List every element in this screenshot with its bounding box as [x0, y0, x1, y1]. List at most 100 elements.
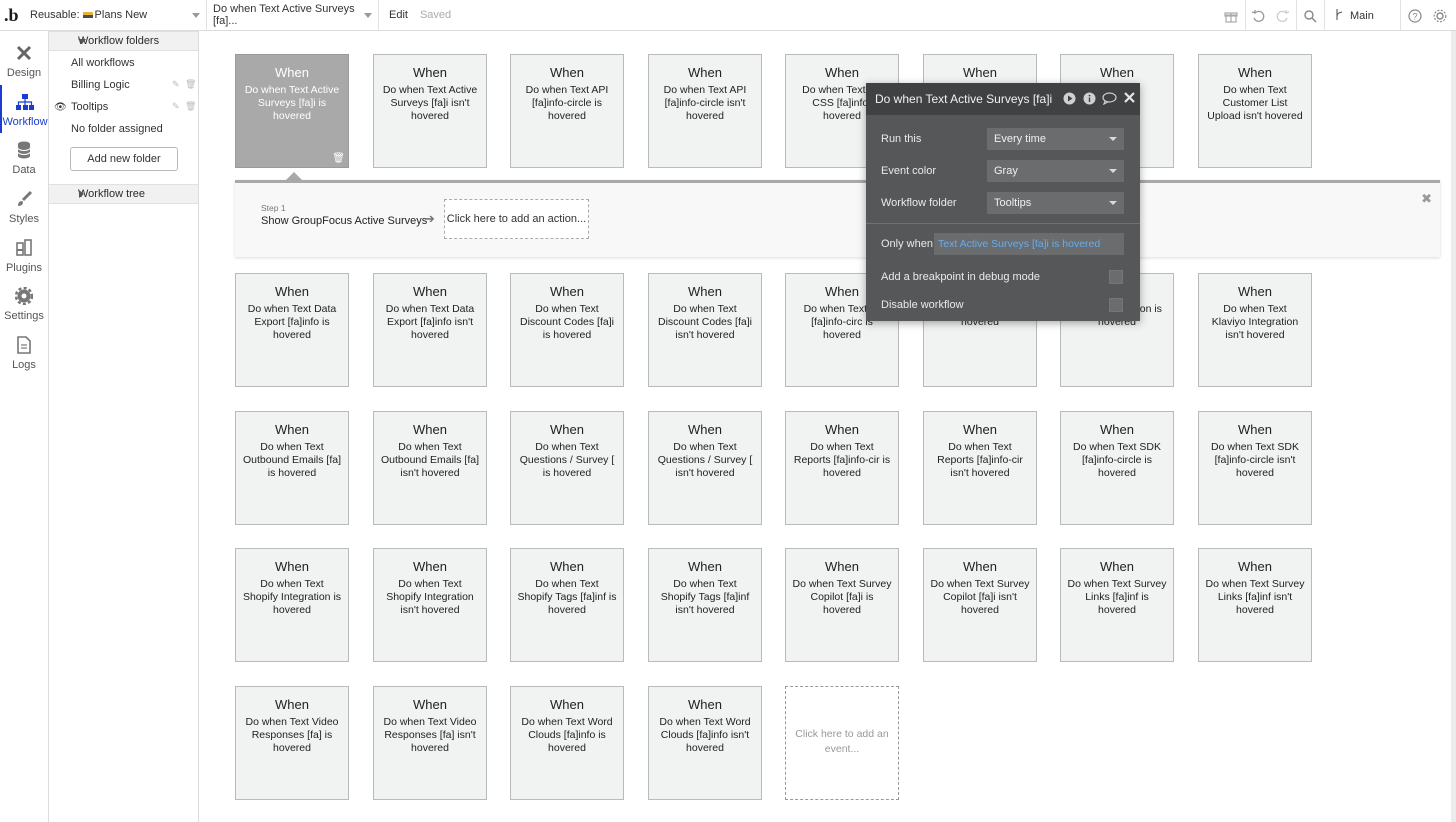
run-this-dropdown[interactable]: Every time — [987, 128, 1124, 150]
event-card[interactable]: When Do when Text Data Export [fa]info i… — [373, 273, 487, 387]
when-label: When — [1100, 559, 1134, 574]
when-label: When — [275, 559, 309, 574]
nav-styles[interactable]: Styles — [0, 182, 48, 230]
event-card[interactable]: When Do when Text Reports [fa]info-cir i… — [785, 411, 899, 525]
trash-icon[interactable]: 🗑 — [332, 153, 345, 164]
folder-no-folder[interactable]: No folder assigned — [49, 118, 198, 140]
close-icon[interactable] — [1122, 92, 1136, 106]
workflow-folders-header[interactable]: Workflow folders — [49, 31, 198, 51]
workflow-tree-header[interactable]: Workflow tree — [49, 184, 198, 204]
folder-all-workflows[interactable]: All workflows — [49, 52, 198, 74]
event-card[interactable]: When Do when Text Word Clouds [fa]info i… — [648, 686, 762, 800]
bubble-logo[interactable]: .b — [4, 5, 24, 26]
when-label: When — [963, 559, 997, 574]
event-card[interactable]: When Do when Text Klaviyo Integration is… — [1198, 273, 1312, 387]
event-card[interactable]: When Do when Text API [fa]info-circle is… — [510, 54, 624, 168]
add-action-button[interactable]: Click here to add an action... — [444, 199, 589, 239]
gift-icon[interactable] — [1220, 0, 1242, 31]
close-icon[interactable]: ✖ — [1421, 191, 1432, 207]
nav-plugins-label: Plugins — [5, 262, 43, 274]
event-card[interactable]: When Do when Text Active Surveys [fa]i i… — [235, 54, 349, 168]
event-card[interactable]: When Do when Text Reports [fa]info-cir i… — [923, 411, 1037, 525]
info-icon[interactable] — [1082, 92, 1096, 106]
when-label: When — [688, 697, 722, 712]
event-description: Do when Text Discount Codes [fa]i is hov… — [520, 303, 614, 341]
nav-workflow[interactable]: Workflow — [0, 85, 48, 133]
disable-workflow-checkbox[interactable] — [1109, 298, 1123, 312]
when-label: When — [1238, 65, 1272, 80]
trash-icon[interactable]: 🗑 — [185, 101, 196, 111]
event-card[interactable]: When Do when Text Active Surveys [fa]i i… — [373, 54, 487, 168]
event-description: Do when Text Survey Links [fa]inf isn't … — [1205, 578, 1305, 616]
nav-data[interactable]: Data — [0, 133, 48, 181]
when-label: When — [688, 65, 722, 80]
event-card[interactable]: When Do when Text Questions / Survey [ i… — [510, 411, 624, 525]
folder-billing-logic[interactable]: Billing Logic ✎ 🗑 — [49, 74, 198, 96]
when-label: When — [825, 559, 859, 574]
page-select[interactable]: Reusable: Plans New — [24, 0, 207, 31]
when-label: When — [413, 697, 447, 712]
eye-icon[interactable]: 👁 — [54, 102, 67, 113]
event-card[interactable]: When Do when Text Shopify Integration is… — [235, 548, 349, 662]
redo-icon[interactable] — [1272, 0, 1294, 31]
add-event-button[interactable]: Click here to add an event... — [785, 686, 899, 800]
event-card[interactable]: When Do when Text Video Responses [fa] i… — [373, 686, 487, 800]
event-card[interactable]: When Do when Text Outbound Emails [fa] i… — [235, 411, 349, 525]
settings-gear-icon[interactable] — [1429, 0, 1451, 31]
play-icon[interactable] — [1062, 92, 1076, 106]
pencil-icon[interactable]: ✎ — [172, 101, 181, 111]
event-description: Do when Text Survey Copilot [fa]i isn't … — [930, 578, 1030, 616]
nav-settings[interactable]: Settings — [0, 279, 48, 327]
scrollbar[interactable] — [1451, 31, 1456, 822]
event-card[interactable]: When Do when Text Survey Links [fa]inf i… — [1060, 548, 1174, 662]
only-when-condition[interactable]: Text Active Surveys [fa]i is hovered — [934, 233, 1124, 255]
event-description: Do when Text Video Responses [fa] isn't … — [383, 716, 477, 754]
nav-design[interactable]: Design — [0, 36, 48, 84]
undo-icon[interactable] — [1247, 0, 1269, 31]
event-card[interactable]: When Do when Text Questions / Survey [ i… — [648, 411, 762, 525]
when-label: When — [550, 559, 584, 574]
design-icon — [13, 42, 35, 64]
nav-design-label: Design — [6, 67, 42, 79]
event-card[interactable]: When Do when Text Discount Codes [fa]i i… — [648, 273, 762, 387]
page-prefix: Reusable: — [30, 9, 80, 21]
only-when-label: Only when — [881, 238, 933, 250]
edit-menu[interactable]: Edit — [389, 9, 408, 21]
event-card[interactable]: When Do when Text Discount Codes [fa]i i… — [510, 273, 624, 387]
nav-logs[interactable]: Logs — [0, 328, 48, 376]
event-card[interactable]: When Do when Text Shopify Tags [fa]inf i… — [648, 548, 762, 662]
event-card[interactable]: When Do when Text Video Responses [fa] i… — [235, 686, 349, 800]
event-description: Do when Text Shopify Integration isn't h… — [386, 578, 474, 616]
event-card[interactable]: When Do when Text API [fa]info-circle is… — [648, 54, 762, 168]
comment-icon[interactable] — [1102, 92, 1117, 106]
event-card[interactable]: When Do when Text Survey Copilot [fa]i i… — [923, 548, 1037, 662]
breakpoint-checkbox[interactable] — [1109, 270, 1123, 284]
folder-label: All workflows — [71, 57, 135, 69]
folder-label: No folder assigned — [71, 123, 163, 135]
property-editor-header[interactable]: Do when Text Active Surveys [fa]i — [866, 83, 1140, 115]
pencil-icon[interactable]: ✎ — [172, 79, 181, 89]
add-new-folder-button[interactable]: Add new folder — [70, 147, 178, 171]
folder-tooltips[interactable]: 👁 Tooltips ✎ 🗑 — [49, 96, 198, 118]
event-card[interactable]: When Do when Text Data Export [fa]info i… — [235, 273, 349, 387]
trash-icon[interactable]: 🗑 — [185, 79, 196, 89]
workflow-select[interactable]: Do when Text Active Surveys [fa]... — [207, 0, 379, 31]
event-card[interactable]: When Do when Text Outbound Emails [fa] i… — [373, 411, 487, 525]
event-card[interactable]: When Do when Text Survey Copilot [fa]i i… — [785, 548, 899, 662]
event-card[interactable]: When Do when Text Shopify Tags [fa]inf i… — [510, 548, 624, 662]
event-card[interactable]: When Do when Text Customer List Upload i… — [1198, 54, 1312, 168]
event-color-dropdown[interactable]: Gray — [987, 160, 1124, 182]
branch-select[interactable]: Main — [1334, 0, 1394, 31]
workflow-folder-dropdown[interactable]: Tooltips — [987, 192, 1124, 214]
event-card[interactable]: When Do when Text SDK [fa]info-circle is… — [1060, 411, 1174, 525]
data-icon — [13, 139, 35, 161]
step-title[interactable]: Show GroupFocus Active Surveys — [261, 215, 427, 227]
event-card[interactable]: When Do when Text Shopify Integration is… — [373, 548, 487, 662]
event-card[interactable]: When Do when Text SDK [fa]info-circle is… — [1198, 411, 1312, 525]
nav-plugins[interactable]: Plugins — [0, 231, 48, 279]
event-card[interactable]: When Do when Text Word Clouds [fa]info i… — [510, 686, 624, 800]
event-card[interactable]: When Do when Text Survey Links [fa]inf i… — [1198, 548, 1312, 662]
event-description: Do when Text Shopify Tags [fa]inf is hov… — [517, 578, 617, 616]
search-icon[interactable] — [1299, 0, 1321, 31]
help-icon[interactable]: ? — [1404, 0, 1426, 31]
